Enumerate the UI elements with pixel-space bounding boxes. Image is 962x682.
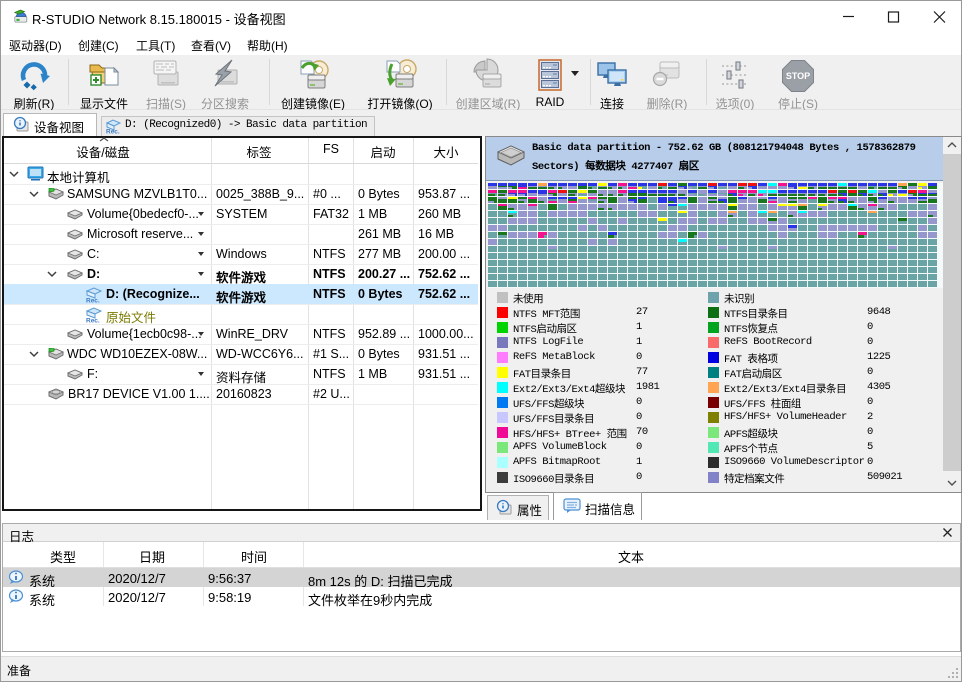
svg-text:Rec.: Rec. (86, 298, 100, 304)
svg-text:Rec.: Rec. (86, 318, 100, 324)
svg-text:STOP: STOP (786, 71, 810, 81)
svg-text:Rec.: Rec. (106, 129, 120, 135)
